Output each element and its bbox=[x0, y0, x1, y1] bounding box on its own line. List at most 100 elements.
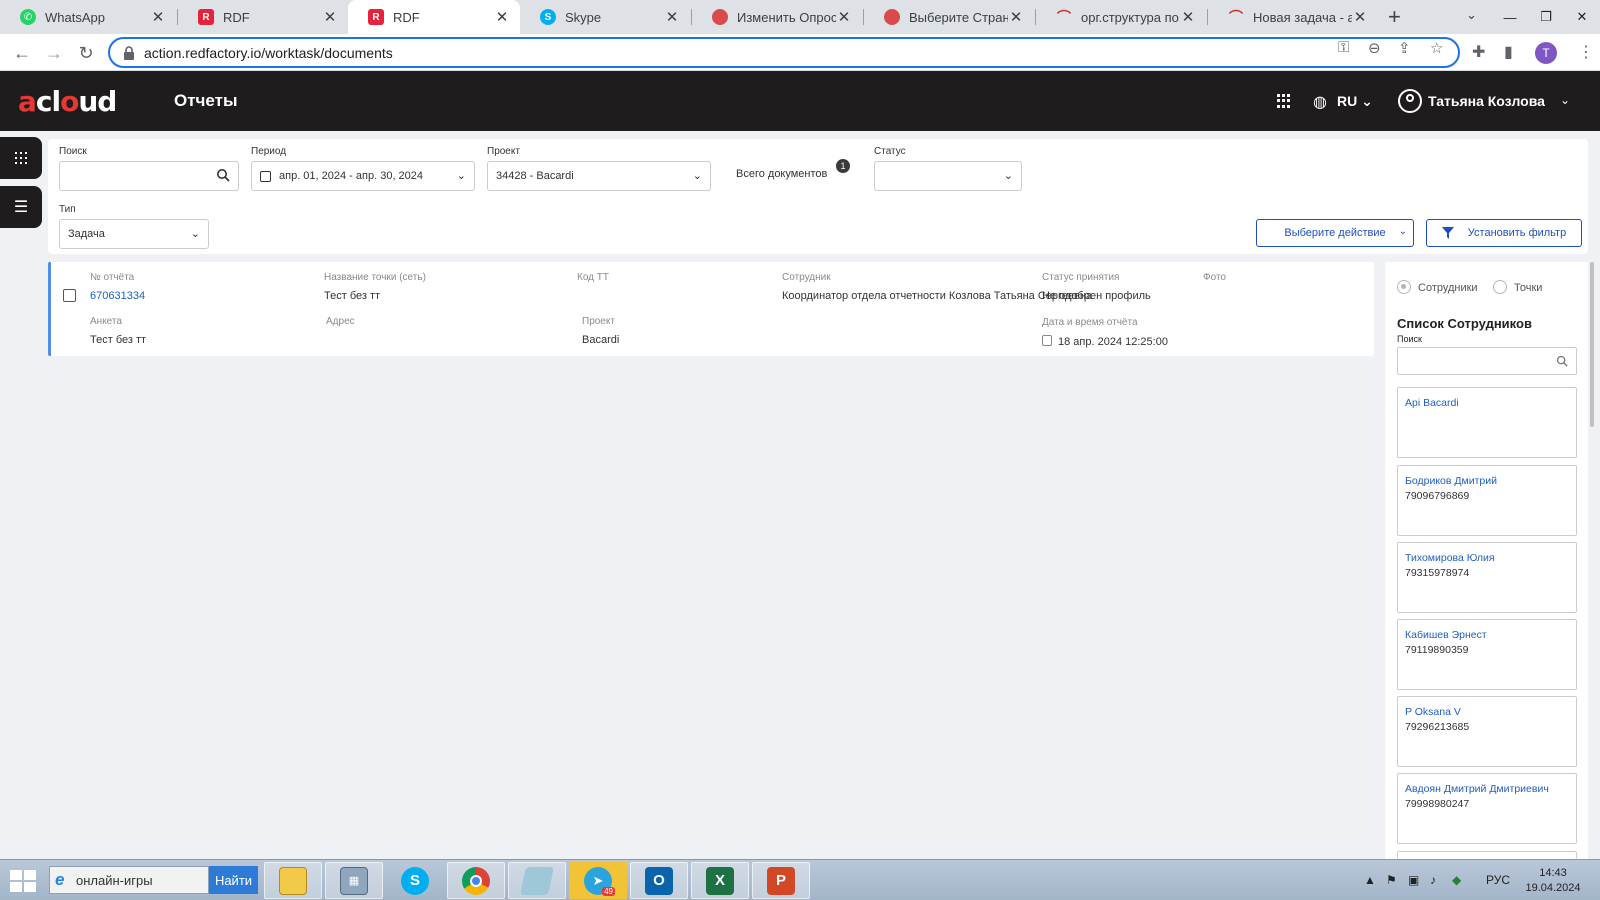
app-header: acloud Отчеты ◍ RU ⌄ Татьяна Козлова ⌄ bbox=[0, 71, 1600, 131]
notepad-icon bbox=[520, 866, 554, 895]
new-tab-icon[interactable]: + bbox=[1388, 4, 1401, 30]
url-input[interactable]: action.redfactory.io/worktask/documents bbox=[108, 37, 1460, 68]
employee-card[interactable]: Бодриков Дмитрий 79096796869 bbox=[1397, 465, 1577, 536]
employee-card[interactable]: Тихомирова Юлия 79315978974 bbox=[1397, 542, 1577, 613]
volume-icon[interactable]: ♪ bbox=[1430, 873, 1436, 887]
project-field-value: Bacardi bbox=[582, 334, 620, 346]
hamburger-menu-button[interactable]: ☰ bbox=[0, 186, 42, 228]
acloud-logo[interactable]: acloud bbox=[18, 85, 117, 118]
taskbar-outlook[interactable]: O bbox=[630, 862, 688, 899]
acceptance-status-value: Не одобрен профиль bbox=[1042, 290, 1151, 302]
radio-employees[interactable] bbox=[1397, 280, 1411, 294]
tab-title: Skype bbox=[565, 9, 602, 25]
restore-icon[interactable]: ❐ bbox=[1528, 0, 1564, 34]
back-icon[interactable]: ← bbox=[9, 40, 35, 66]
period-picker[interactable]: апр. 01, 2024 - апр. 30, 2024 ⌄ bbox=[251, 161, 475, 191]
chevron-down-icon[interactable]: ⌄ bbox=[1466, 7, 1477, 23]
type-value: Задача bbox=[68, 228, 105, 240]
extensions-icon[interactable]: ✚ bbox=[1472, 42, 1485, 62]
close-icon[interactable]: ✕ bbox=[1352, 8, 1368, 26]
point-name-label: Название точки (сеть) bbox=[324, 272, 426, 283]
close-icon[interactable]: ✕ bbox=[494, 8, 510, 26]
windows-taskbar: e онлайн-игры Найти ▦ S ➤ 49 O X P ▲ ⚑ ▣… bbox=[0, 859, 1600, 900]
search-input[interactable] bbox=[59, 161, 239, 191]
close-window-icon[interactable]: ✕ bbox=[1564, 0, 1600, 34]
address-label: Адрес bbox=[326, 316, 355, 327]
tray-expand-icon[interactable]: ▲ bbox=[1364, 873, 1376, 887]
close-icon[interactable]: ✕ bbox=[1008, 8, 1024, 26]
close-icon[interactable]: ✕ bbox=[836, 8, 852, 26]
more-menu-icon[interactable]: ⋮ bbox=[1578, 42, 1594, 62]
type-select[interactable]: Задача ⌄ bbox=[59, 219, 209, 249]
employee-card[interactable] bbox=[1397, 851, 1577, 859]
taskbar-file-explorer[interactable] bbox=[264, 862, 322, 899]
employee-card[interactable]: Авдоян Дмитрий Дмитриевич 79998980247 bbox=[1397, 773, 1577, 844]
chevron-down-icon[interactable]: ⌄ bbox=[1560, 93, 1570, 107]
set-filter-button[interactable]: Установить фильтр bbox=[1426, 219, 1582, 247]
key-icon[interactable]: ⚿ bbox=[1338, 39, 1349, 56]
taskbar-chrome[interactable] bbox=[447, 862, 505, 899]
taskbar-search-input[interactable]: e онлайн-игры bbox=[49, 866, 209, 894]
tab-survey-select[interactable]: Выберите Страниц ✕ bbox=[864, 0, 1034, 34]
share-icon[interactable]: ⇪ bbox=[1398, 39, 1411, 57]
taskbar-notepad[interactable] bbox=[508, 862, 566, 899]
taskbar-telegram[interactable]: ➤ 49 bbox=[569, 862, 627, 899]
taskbar-calculator[interactable]: ▦ bbox=[325, 862, 383, 899]
close-icon[interactable]: ✕ bbox=[664, 8, 680, 26]
radio-points[interactable] bbox=[1493, 280, 1507, 294]
tab-org-structure[interactable]: ⌒ орг.структура по тс ✕ bbox=[1036, 0, 1206, 34]
security-icon[interactable]: ◆ bbox=[1452, 873, 1461, 887]
apps-grid-icon[interactable] bbox=[1277, 94, 1291, 108]
apps-menu-button[interactable] bbox=[0, 137, 42, 179]
minimize-icon[interactable]: — bbox=[1492, 0, 1528, 34]
choose-action-button[interactable]: Выберите действие ⌄ bbox=[1256, 219, 1414, 247]
taskbar-find-button[interactable]: Найти bbox=[209, 866, 258, 894]
tab-whatsapp[interactable]: ✆ WhatsApp ✕ bbox=[0, 0, 176, 34]
network-icon[interactable]: ▣ bbox=[1408, 873, 1419, 887]
reload-icon[interactable]: ↻ bbox=[73, 40, 99, 66]
sidebar-scrollbar[interactable] bbox=[1590, 262, 1594, 427]
input-language[interactable]: РУС bbox=[1486, 873, 1510, 887]
globe-icon[interactable]: ◍ bbox=[1313, 92, 1327, 112]
tab-skype[interactable]: S Skype ✕ bbox=[520, 0, 690, 34]
tab-rdf-active[interactable]: R RDF ✕ bbox=[348, 0, 520, 34]
forward-icon[interactable]: → bbox=[41, 40, 67, 66]
close-icon[interactable]: ✕ bbox=[322, 8, 338, 26]
windows-start-icon[interactable] bbox=[10, 870, 36, 892]
user-name[interactable]: Татьяна Козлова bbox=[1428, 93, 1545, 109]
report-number-link[interactable]: 670631334 bbox=[90, 290, 145, 302]
report-card[interactable] bbox=[48, 262, 1374, 356]
bookmark-star-icon[interactable]: ☆ bbox=[1430, 39, 1443, 57]
project-field-label: Проект bbox=[582, 316, 615, 327]
system-clock[interactable]: 14:43 19.04.2024 bbox=[1518, 866, 1588, 896]
tab-survey-edit[interactable]: Изменить Опрос | а ✕ bbox=[692, 0, 862, 34]
status-select[interactable]: ⌄ bbox=[874, 161, 1022, 191]
zoom-icon[interactable]: ⊖ bbox=[1368, 39, 1381, 57]
taskbar-search-text: онлайн-игры bbox=[76, 872, 153, 888]
page-title: Отчеты bbox=[174, 91, 238, 110]
employee-search-label: Поиск bbox=[1397, 334, 1422, 344]
tab-rdf-1[interactable]: R RDF ✕ bbox=[178, 0, 348, 34]
taskbar-skype[interactable]: S bbox=[386, 862, 444, 899]
report-number-label: № отчёта bbox=[90, 272, 135, 283]
employee-search-input[interactable] bbox=[1397, 347, 1577, 375]
language-selector[interactable]: RU ⌄ bbox=[1337, 93, 1373, 110]
side-panel-icon[interactable]: ▮ bbox=[1504, 42, 1513, 62]
employee-card[interactable]: P Oksana V 79296213685 bbox=[1397, 696, 1577, 767]
user-avatar-icon[interactable] bbox=[1398, 89, 1422, 113]
photo-label: Фото bbox=[1203, 272, 1226, 283]
tab-title: орг.структура по тс bbox=[1081, 9, 1180, 25]
close-icon[interactable]: ✕ bbox=[1180, 8, 1196, 26]
flag-icon[interactable]: ⚑ bbox=[1386, 873, 1397, 887]
tab-new-task[interactable]: ⌒ Новая задача - aRe ✕ bbox=[1208, 0, 1378, 34]
report-checkbox[interactable] bbox=[63, 289, 76, 302]
close-icon[interactable]: ✕ bbox=[150, 8, 166, 26]
taskbar-excel[interactable]: X bbox=[691, 862, 749, 899]
survey-icon bbox=[884, 9, 900, 25]
project-select[interactable]: 34428 - Bacardi ⌄ bbox=[487, 161, 711, 191]
taskbar-powerpoint[interactable]: P bbox=[752, 862, 810, 899]
employee-card[interactable]: Api Bacardi bbox=[1397, 387, 1577, 458]
lock-icon bbox=[124, 46, 134, 60]
profile-avatar[interactable]: T bbox=[1535, 42, 1557, 64]
employee-card[interactable]: Кабишев Эрнест 79119890359 bbox=[1397, 619, 1577, 690]
